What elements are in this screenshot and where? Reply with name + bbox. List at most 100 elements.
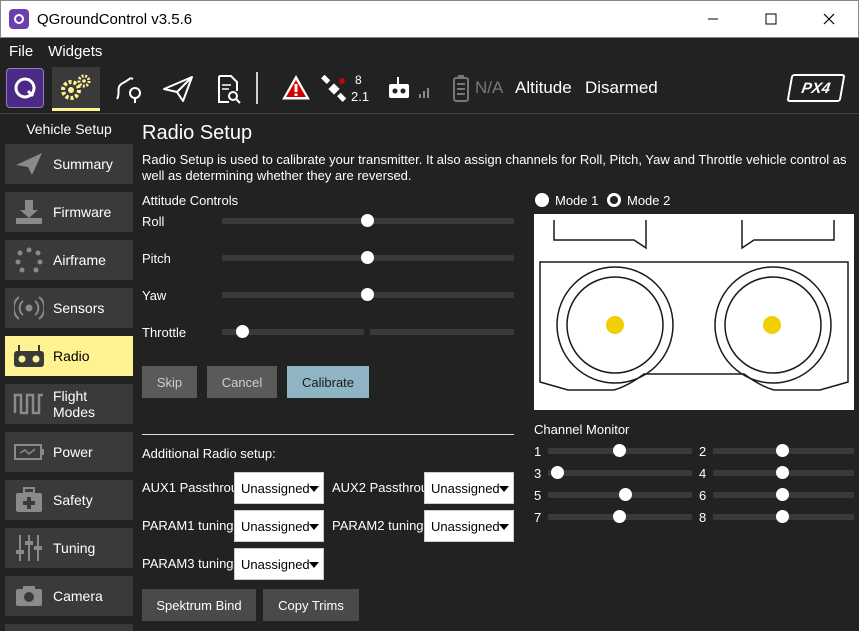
channel-bar-knob — [613, 444, 626, 457]
sidebar-item-radio[interactable]: Radio — [5, 336, 133, 376]
sidebar-item-summary[interactable]: Summary — [5, 144, 133, 184]
aux1-passthrough-label: AUX1 Passthrough RC channel — [142, 480, 234, 495]
aux1-passthrough-select[interactable]: Unassigned — [234, 472, 324, 504]
sidebar-item-label: Sensors — [53, 300, 105, 316]
sidebar-item-tuning[interactable]: Tuning — [5, 528, 133, 568]
param1-tuning-select[interactable]: Unassigned — [234, 510, 324, 542]
yaw-slider-knob — [361, 288, 374, 301]
calibrate-button[interactable]: Calibrate — [287, 366, 369, 398]
analyze-view-button[interactable] — [206, 67, 250, 111]
sidebar-item-airframe[interactable]: Airframe — [5, 240, 133, 280]
armed-status[interactable]: Disarmed — [585, 78, 658, 98]
maximize-button[interactable] — [742, 1, 800, 37]
transmitter-display — [534, 214, 854, 410]
aux2-passthrough-label: AUX2 Passthrough RC channel — [332, 480, 424, 495]
sidebar-item-label: Power — [53, 444, 93, 460]
roll-label: Roll — [142, 214, 165, 229]
battery-status: N/A — [475, 78, 504, 97]
channel-number: 6 — [699, 488, 707, 503]
window-titlebar: QGroundControl v3.5.6 — [0, 0, 859, 38]
paper-plane-icon — [11, 148, 47, 180]
warning-icon[interactable] — [282, 74, 310, 107]
channel-number: 1 — [534, 444, 542, 459]
plan-icon — [116, 77, 141, 103]
channel-bar-knob — [776, 488, 789, 501]
combo-value: Unassigned — [431, 480, 500, 496]
airframe-icon — [11, 244, 47, 276]
plan-view-button[interactable] — [106, 67, 150, 111]
throttle-label: Throttle — [142, 325, 187, 340]
altitude-label[interactable]: Altitude — [515, 78, 572, 98]
minimize-button[interactable] — [684, 1, 742, 37]
channel-bar-knob — [776, 510, 789, 523]
sidebar-item-label: Firmware — [53, 204, 112, 220]
yaw-label: Yaw — [142, 288, 167, 303]
battery-icon[interactable] — [452, 74, 470, 107]
skip-button[interactable]: Skip — [142, 366, 197, 398]
pitch-label: Pitch — [142, 251, 171, 266]
param1-tuning-label: PARAM1 tuning channel — [142, 518, 234, 533]
sidebar-heading: Vehicle Setup — [26, 121, 112, 137]
sidebar-item-firmware[interactable]: Firmware — [5, 192, 133, 232]
page-description: Radio Setup is used to calibrate your tr… — [142, 152, 847, 183]
param2-tuning-label: PARAM2 tuning channel — [332, 518, 424, 533]
combo-value: Unassigned — [241, 556, 310, 572]
qgc-logo-icon[interactable] — [6, 68, 44, 108]
sidebar-item-power[interactable]: Power — [5, 432, 133, 472]
wave-icon — [11, 388, 47, 420]
sidebar-item-safety[interactable]: Safety — [5, 480, 133, 520]
channel-number: 5 — [534, 488, 542, 503]
chevron-down-icon — [309, 486, 319, 492]
sidebar-item-flight-modes[interactable]: Flight Modes — [5, 384, 133, 424]
maximize-icon — [765, 13, 777, 25]
channel-number: 4 — [699, 466, 707, 481]
menu-widgets[interactable]: Widgets — [48, 43, 102, 60]
download-icon — [11, 196, 47, 228]
pitch-slider-knob — [361, 251, 374, 264]
menu-file[interactable]: File — [9, 43, 33, 60]
fly-view-button[interactable] — [156, 67, 200, 111]
mode2-radio[interactable] — [607, 193, 621, 207]
channel-bar-knob — [613, 510, 626, 523]
sidebar-item-label: Airframe — [53, 252, 106, 268]
rc-icon[interactable] — [388, 76, 432, 107]
section-divider — [142, 434, 514, 435]
copy-trims-button[interactable]: Copy Trims — [263, 589, 359, 621]
sidebar-item-label: Safety — [53, 492, 93, 508]
chevron-down-icon — [499, 524, 509, 530]
camera-icon — [11, 580, 47, 612]
combo-value: Unassigned — [241, 480, 310, 496]
channel-monitor-label: Channel Monitor — [534, 422, 630, 437]
mode1-radio[interactable] — [535, 193, 549, 207]
additional-radio-setup-label: Additional Radio setup: — [142, 446, 276, 461]
channel-number: 3 — [534, 466, 542, 481]
spektrum-bind-button[interactable]: Spektrum Bind — [142, 589, 256, 621]
vehicle-setup-button[interactable] — [52, 67, 100, 111]
page-title: Radio Setup — [142, 122, 253, 144]
menu-bar: File Widgets — [0, 38, 859, 64]
sidebar-item-sensors[interactable]: Sensors — [5, 288, 133, 328]
close-button[interactable] — [800, 1, 858, 37]
param3-tuning-label: PARAM3 tuning channel — [142, 556, 234, 571]
minimize-icon — [708, 18, 718, 20]
sidebar-item-camera[interactable]: Camera — [5, 576, 133, 616]
chevron-down-icon — [309, 562, 319, 568]
aux2-passthrough-select[interactable]: Unassigned — [424, 472, 514, 504]
roll-slider-knob — [361, 214, 374, 227]
sidebar-item-label: Radio — [53, 348, 90, 364]
param2-tuning-select[interactable]: Unassigned — [424, 510, 514, 542]
sidebar-item-more[interactable] — [5, 624, 133, 631]
throttle-slider-knob — [236, 325, 249, 338]
cancel-button[interactable]: Cancel — [207, 366, 277, 398]
param3-tuning-select[interactable]: Unassigned — [234, 548, 324, 580]
channel-number: 2 — [699, 444, 707, 459]
close-icon — [823, 13, 835, 25]
first-aid-icon — [11, 484, 47, 516]
gps-hdop: 2.1 — [351, 89, 370, 104]
channel-number: 7 — [534, 510, 542, 525]
channel-bar-track — [548, 470, 692, 476]
satellite-icon[interactable] — [320, 74, 348, 108]
right-stick-indicator — [763, 316, 781, 334]
sliders-icon — [11, 532, 47, 564]
channel-number: 8 — [699, 510, 707, 525]
